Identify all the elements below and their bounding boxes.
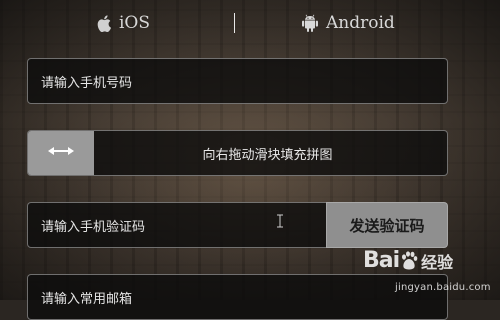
paw-icon — [402, 250, 418, 269]
text-cursor-icon — [277, 214, 283, 228]
slider-instruction: 向右拖动滑块填充拼图 — [202, 147, 333, 163]
platform-ios[interactable]: iOS — [97, 9, 150, 37]
platform-ios-label: iOS — [119, 13, 151, 33]
watermark-brand-right: 经验 — [421, 252, 454, 272]
platform-divider — [234, 13, 235, 33]
watermark-logo: Bai 经验 — [363, 248, 453, 273]
watermark-brand-left: Bai — [363, 248, 400, 273]
slider-handle[interactable] — [28, 131, 94, 175]
platform-android-label: Android — [326, 13, 395, 33]
android-icon — [302, 14, 318, 32]
watermark-url: jingyan.baidu.com — [395, 282, 491, 293]
apple-icon — [97, 14, 111, 32]
phone-placeholder: 请输入手机号码 — [41, 75, 133, 91]
baidu-jingyan-watermark: Bai 经验 jingyan.baidu.com — [355, 248, 500, 300]
slider-captcha: 向右拖动滑块填充拼图 — [27, 130, 448, 176]
double-arrow-icon — [47, 145, 75, 161]
phone-input[interactable]: 请输入手机号码 — [27, 58, 448, 104]
platform-switcher: iOS Android — [0, 0, 500, 46]
platform-android[interactable]: Android — [302, 9, 395, 37]
sms-code-placeholder: 请输入手机验证码 — [41, 219, 146, 235]
email-placeholder: 请输入常用邮箱 — [41, 291, 133, 307]
send-code-button[interactable]: 发送验证码 — [326, 202, 448, 248]
